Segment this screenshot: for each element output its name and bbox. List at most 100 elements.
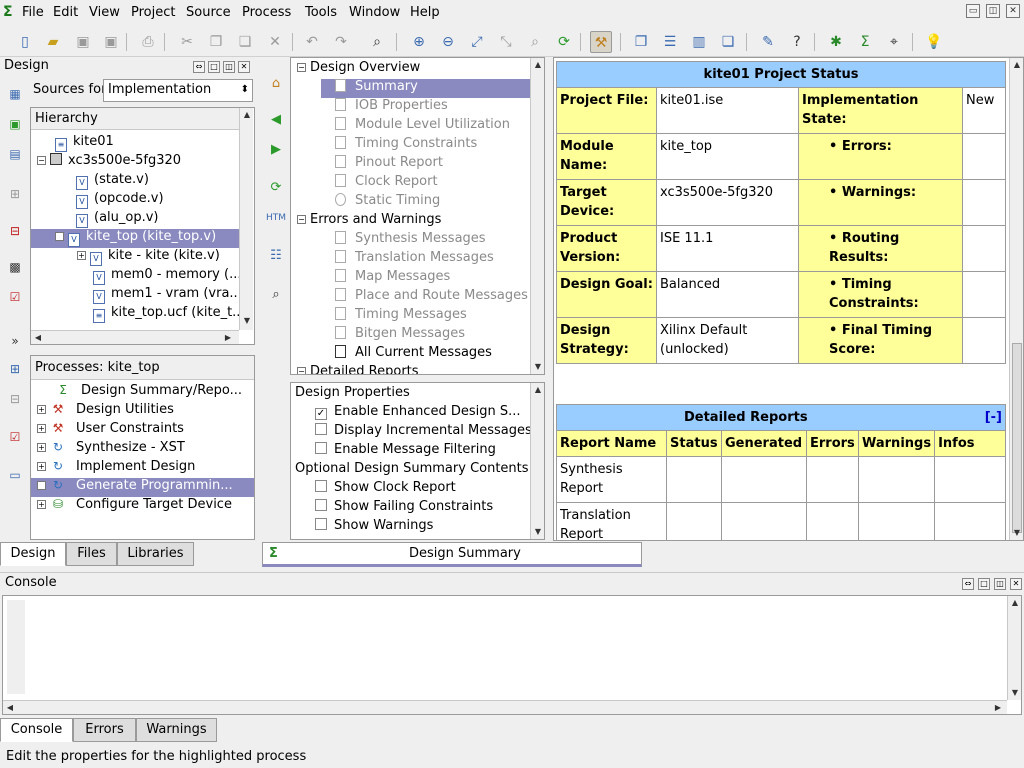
process-design-summary[interactable]: Σ Design Summary/Repo...	[55, 383, 242, 398]
process-hier-icon[interactable]: ⊟	[6, 390, 24, 408]
print-icon[interactable]: ⎙	[137, 31, 159, 53]
zoom-full-icon[interactable]: ⤢	[466, 31, 488, 53]
find-icon[interactable]: ⌕	[366, 31, 388, 53]
option-show-warnings[interactable]: Show Warnings	[315, 518, 433, 533]
panel-float-icon[interactable]: ⇔	[962, 578, 974, 590]
scroll-right-icon[interactable]: ▶	[991, 701, 1005, 715]
option-incremental-messages[interactable]: Display Incremental Messages	[315, 423, 532, 438]
expand-icon[interactable]: +	[37, 481, 46, 490]
collapse-icon[interactable]: −	[297, 367, 306, 374]
tree-summary[interactable]: Summary	[321, 79, 530, 98]
menu-window[interactable]: Window	[349, 5, 400, 20]
tab-warnings[interactable]: Warnings	[136, 718, 217, 742]
zoom-select-icon[interactable]: ⌕	[524, 31, 546, 53]
chip-icon[interactable]: ✱	[825, 31, 847, 53]
process-implement[interactable]: + ↻ Implement Design	[37, 459, 195, 474]
remove-icon[interactable]: ⊟	[6, 222, 24, 240]
tree-synthesis-messages[interactable]: Synthesis Messages	[335, 231, 486, 246]
sigma-icon[interactable]: Σ	[854, 31, 876, 53]
tree-errors-warnings[interactable]: − Errors and Warnings	[297, 212, 441, 227]
report-name-cell[interactable]: Translation Report	[556, 502, 667, 540]
summary-vscroll[interactable]: ▲ ▼	[1009, 58, 1023, 540]
scroll-down-icon[interactable]: ▼	[240, 314, 254, 328]
tree-pinout-report[interactable]: Pinout Report	[335, 155, 443, 170]
option-failing-constraints[interactable]: Show Failing Constraints	[315, 499, 493, 514]
tree-item-kite-top[interactable]: − Vkite_top (kite_top.v)	[31, 229, 239, 248]
tree-design-overview[interactable]: − Design Overview	[297, 60, 420, 75]
panel-max-icon[interactable]: □	[208, 61, 220, 73]
hammer-icon[interactable]: ⚒	[590, 31, 612, 53]
add-source-icon[interactable]: ▦	[6, 85, 24, 103]
scroll-up-icon[interactable]: ▲	[1008, 596, 1022, 610]
scroll-up-icon[interactable]: ▲	[1010, 58, 1023, 72]
wrench-icon[interactable]: ✎	[757, 31, 779, 53]
forward-icon[interactable]: ▶	[266, 140, 286, 160]
tile-vertical-icon[interactable]: ▥	[688, 31, 710, 53]
panel-restore-icon[interactable]: ◫	[994, 578, 1006, 590]
collapse-icon[interactable]: −	[55, 232, 64, 241]
tree-item-device[interactable]: − xc3s500e-5fg320	[37, 153, 181, 168]
panel-close-icon[interactable]: ✕	[238, 61, 250, 73]
collapse-icon[interactable]: −	[297, 215, 306, 224]
scroll-up-icon[interactable]: ▲	[240, 108, 254, 122]
process-configure-device[interactable]: + ⛁ Configure Target Device	[37, 497, 232, 512]
scroll-up-icon[interactable]: ▲	[531, 58, 544, 72]
tree-static-timing[interactable]: Static Timing	[335, 193, 440, 208]
menu-help[interactable]: Help	[410, 5, 440, 20]
scroll-left-icon[interactable]: ◀	[3, 701, 17, 715]
menu-view[interactable]: View	[89, 5, 120, 20]
tree-module-utilization[interactable]: Module Level Utilization	[335, 117, 510, 132]
checklist-report-icon[interactable]: ☷	[266, 246, 286, 266]
restore-icon[interactable]: ◫	[986, 4, 1000, 18]
zoom-out-icon[interactable]: ⊖	[437, 31, 459, 53]
tab-errors[interactable]: Errors	[73, 718, 136, 742]
collapse-reports-link[interactable]: [-]	[934, 404, 1006, 431]
window-icon[interactable]: ❏	[717, 31, 739, 53]
tab-design[interactable]: Design	[0, 542, 66, 566]
scroll-down-icon[interactable]: ▼	[531, 360, 544, 374]
collapse-icon[interactable]: −	[37, 156, 46, 165]
tree-item-project[interactable]: ≡ kite01	[55, 134, 114, 152]
checkbox[interactable]	[315, 480, 327, 492]
console-hscroll[interactable]: ◀ ▶	[3, 700, 1007, 714]
menu-source[interactable]: Source	[186, 5, 231, 20]
menu-process[interactable]: Process	[242, 5, 291, 20]
cascade-icon[interactable]: ❐	[630, 31, 652, 53]
open-folder-icon[interactable]: ▰	[42, 31, 64, 53]
console-vscroll[interactable]: ▲ ▼	[1007, 596, 1021, 700]
expand-icon[interactable]: +	[37, 405, 46, 414]
panel-close-icon[interactable]: ✕	[1010, 578, 1022, 590]
expand-icon[interactable]: +	[37, 424, 46, 433]
tree-bitgen-messages[interactable]: Bitgen Messages	[335, 326, 465, 341]
tab-console[interactable]: Console	[0, 718, 73, 742]
redo-icon[interactable]: ↷	[330, 31, 352, 53]
scroll-down-icon[interactable]: ▼	[1010, 526, 1023, 540]
tree-all-messages[interactable]: All Current Messages	[335, 345, 492, 360]
menu-edit[interactable]: Edit	[53, 5, 78, 20]
option-clock-report[interactable]: Show Clock Report	[315, 480, 456, 495]
checklist-icon[interactable]: ☑	[6, 288, 24, 306]
process-design-utilities[interactable]: + ⚒ Design Utilities	[37, 402, 174, 417]
scroll-right-icon[interactable]: ▶	[221, 331, 235, 345]
tree-par-messages[interactable]: Place and Route Messages	[335, 288, 528, 303]
scroll-thumb[interactable]	[1012, 343, 1022, 533]
more-icon[interactable]: »	[6, 332, 24, 350]
tree-detailed-reports[interactable]: − Detailed Reports	[297, 364, 419, 374]
tree-map-messages[interactable]: Map Messages	[335, 269, 450, 284]
option-message-filtering[interactable]: Enable Message Filtering	[315, 442, 496, 457]
close-icon[interactable]: ✕	[1006, 4, 1020, 18]
process-window-icon[interactable]: ▭	[6, 466, 24, 484]
paste-icon[interactable]: ❏	[234, 31, 256, 53]
panel-restore-icon[interactable]: ◫	[223, 61, 235, 73]
copy-icon[interactable]: ❐	[205, 31, 227, 53]
process-generate-programming[interactable]: + ↻ Generate Programmin...	[31, 478, 254, 497]
option-enhanced-summary[interactable]: ✓ Enable Enhanced Design S...	[315, 404, 521, 420]
report-tree-vscroll[interactable]: ▲ ▼	[530, 58, 544, 374]
tree-item-mem1[interactable]: Vmem1 - vram (vra...	[93, 286, 242, 304]
lightbulb-icon[interactable]: 💡	[923, 31, 945, 53]
properties-icon[interactable]: ▩	[6, 258, 24, 276]
process-user-constraints[interactable]: + ⚒ User Constraints	[37, 421, 184, 436]
back-icon[interactable]: ◀	[266, 110, 286, 130]
hierarchy-icon[interactable]: ⊞	[6, 185, 24, 203]
sources-for-combo[interactable]: Implementation ⬍	[103, 79, 253, 102]
